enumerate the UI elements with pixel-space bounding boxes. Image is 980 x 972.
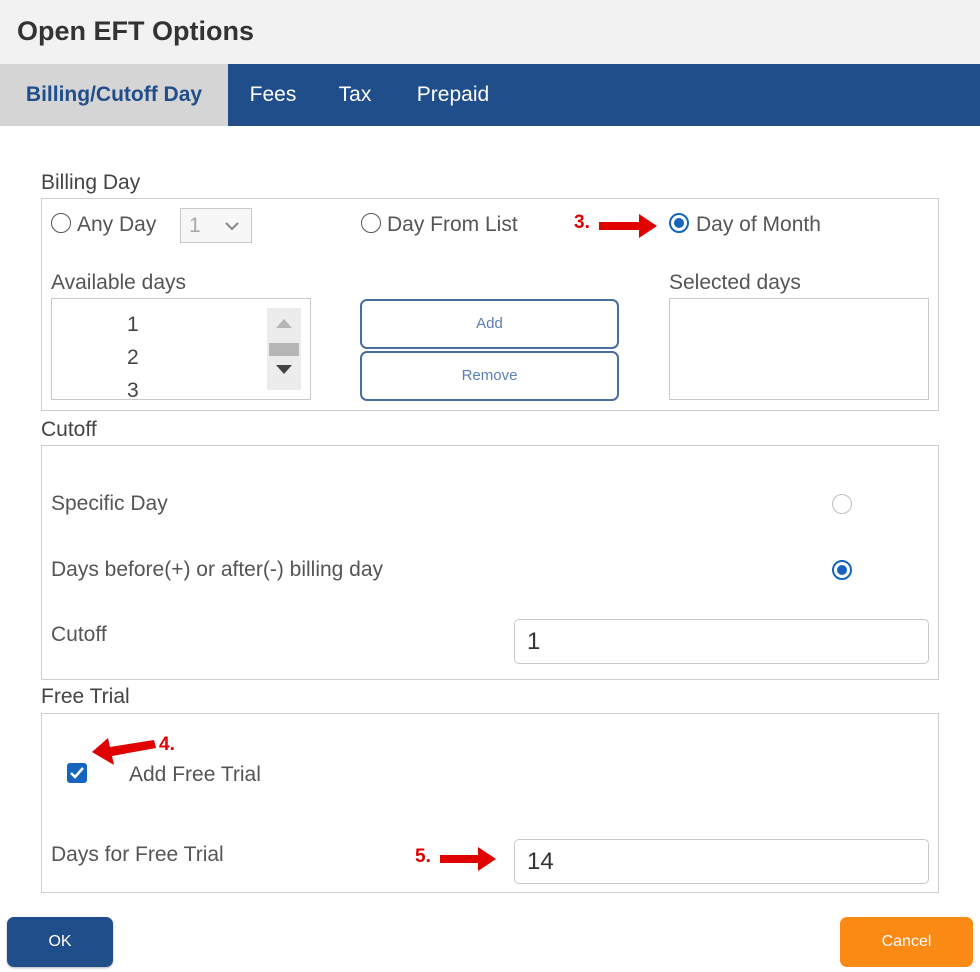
cancel-button[interactable]: Cancel <box>840 917 973 967</box>
day-of-month-label: Day of Month <box>696 213 821 236</box>
list-item[interactable]: 2 <box>127 346 139 370</box>
tab-fees[interactable]: Fees <box>238 64 308 126</box>
day-from-list-label: Day From List <box>387 213 518 236</box>
annotation-arrow-right-icon <box>440 847 496 871</box>
days-for-free-trial-label: Days for Free Trial <box>51 843 224 866</box>
days-before-after-label: Days before(+) or after(-) billing day <box>51 558 384 581</box>
list-item[interactable]: 3 <box>127 379 139 399</box>
available-days-scrollbar[interactable] <box>267 308 301 390</box>
day-of-month-radio[interactable] <box>669 213 689 233</box>
any-day-label: Any Day <box>77 213 157 236</box>
selected-days-label: Selected days <box>669 271 801 294</box>
list-item[interactable]: 1 <box>127 313 139 337</box>
chevron-down-icon <box>225 222 239 231</box>
cutoff-section-label: Cutoff <box>41 418 97 441</box>
tab-tax[interactable]: Tax <box>325 64 385 126</box>
remove-button[interactable]: Remove <box>360 351 619 401</box>
add-free-trial-checkbox[interactable] <box>67 763 87 783</box>
dialog-title: Open EFT Options <box>17 16 254 46</box>
annotation-step-5: 5. <box>415 846 431 867</box>
available-days-label: Available days <box>51 271 187 294</box>
cutoff-input[interactable]: 1 <box>514 619 929 664</box>
annotation-step-4: 4. <box>159 734 175 755</box>
free-trial-section-label: Free Trial <box>41 685 130 708</box>
scroll-thumb[interactable] <box>269 343 299 356</box>
scroll-up-icon[interactable] <box>276 319 292 329</box>
specific-day-radio[interactable] <box>832 494 852 514</box>
tab-billing-cutoff-day[interactable]: Billing/Cutoff Day <box>0 64 228 126</box>
annotation-arrow-left-icon <box>92 738 156 765</box>
any-day-select[interactable]: 1 <box>180 208 252 243</box>
cutoff-label: Cutoff <box>51 623 107 646</box>
add-free-trial-label: Add Free Trial <box>129 763 261 786</box>
annotation-arrow-right-icon <box>599 214 657 238</box>
tab-bar: Billing/Cutoff Day Fees Tax Prepaid <box>0 64 980 126</box>
available-days-listbox[interactable]: 1 2 3 <box>51 298 311 400</box>
days-before-after-radio[interactable] <box>832 560 852 580</box>
any-day-select-value: 1 <box>189 214 201 237</box>
ok-button[interactable]: OK <box>7 917 113 967</box>
days-for-free-trial-input[interactable]: 14 <box>514 839 929 884</box>
add-button[interactable]: Add <box>360 299 619 349</box>
selected-days-listbox[interactable] <box>669 298 929 400</box>
billing-day-section-label: Billing Day <box>41 171 141 194</box>
specific-day-label: Specific Day <box>51 492 168 515</box>
scroll-down-icon[interactable] <box>276 365 292 375</box>
any-day-radio[interactable] <box>51 213 71 233</box>
day-from-list-radio[interactable] <box>361 213 381 233</box>
checkmark-icon <box>70 767 84 779</box>
annotation-step-3: 3. <box>574 212 590 233</box>
tab-prepaid[interactable]: Prepaid <box>405 64 501 126</box>
